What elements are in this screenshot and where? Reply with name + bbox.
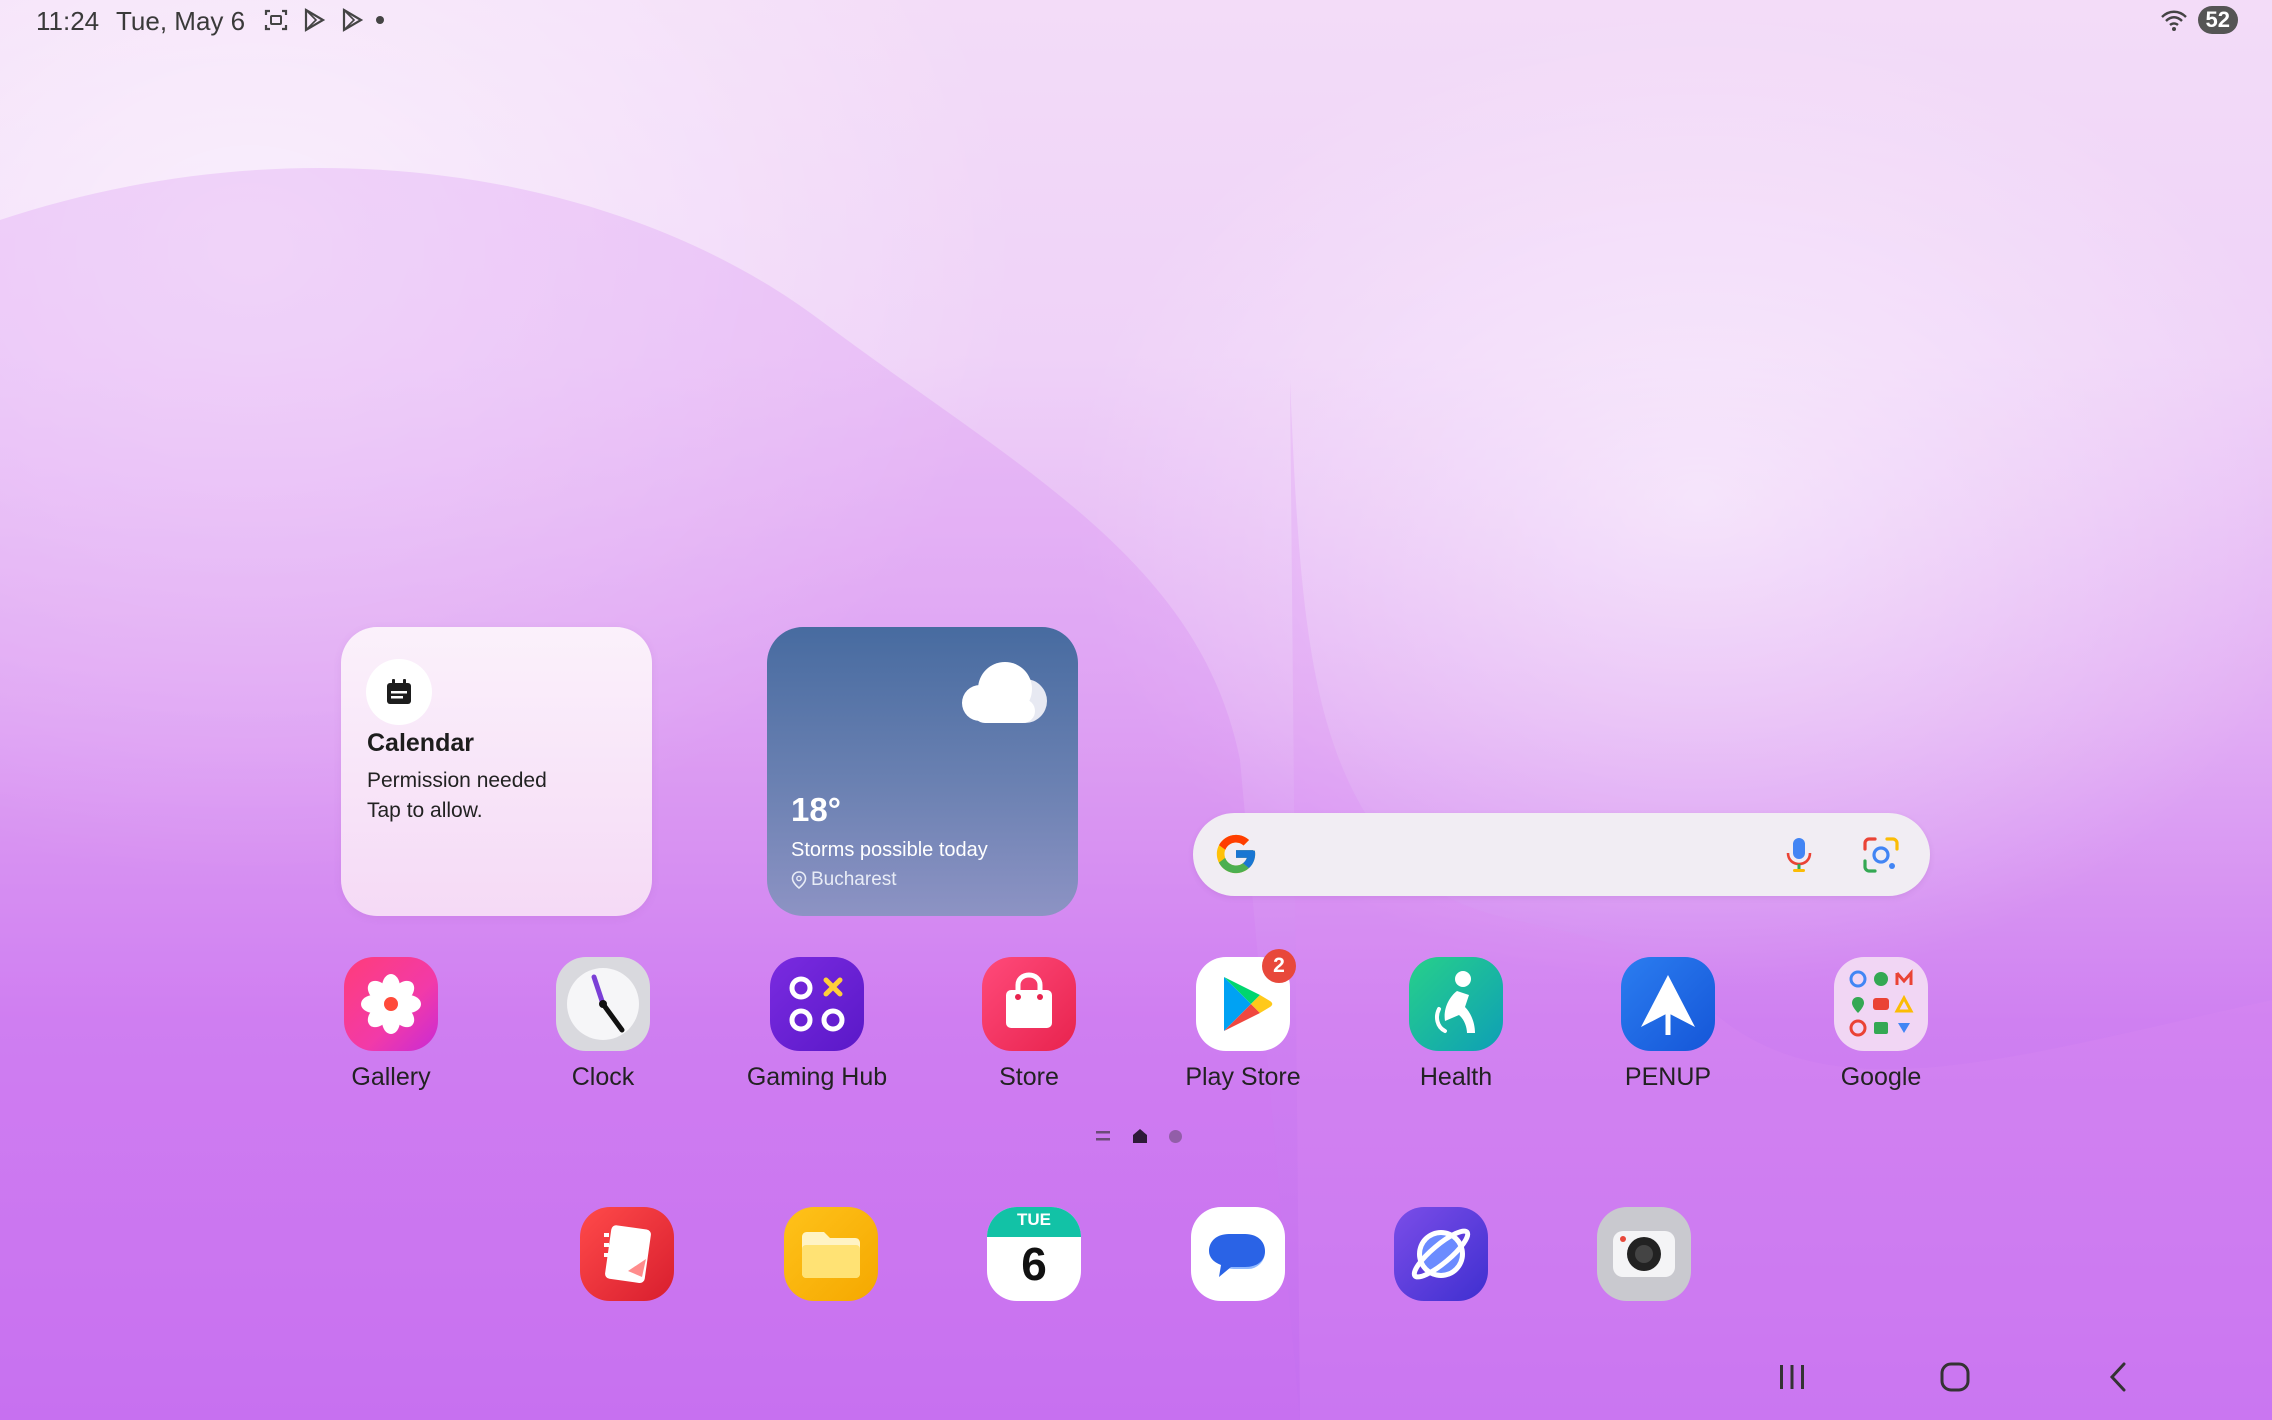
gallery-icon [344, 957, 438, 1051]
app-label: PENUP [1624, 1063, 1712, 1091]
my-files-icon[interactable] [784, 1207, 878, 1301]
calendar-icon[interactable]: TUE 6 [987, 1207, 1081, 1301]
page-dot [1169, 1129, 1182, 1143]
google-search-bar[interactable] [1193, 813, 1930, 896]
cloud-icon [962, 662, 1047, 723]
app-label: Health [1419, 1063, 1493, 1091]
app-play-store[interactable]: 2 Play Store [1163, 949, 1323, 1092]
status-time: 11:24 [36, 6, 100, 36]
google-lens-icon[interactable] [1859, 833, 1903, 877]
google-folder-icon [1834, 957, 1928, 1051]
app-store[interactable]: Store [949, 957, 1109, 1092]
home-page-icon [1133, 1129, 1147, 1143]
screenshot-icon [264, 9, 288, 31]
notification-badge: 2 [1262, 949, 1296, 983]
store-icon [982, 957, 1076, 1051]
app-google-folder[interactable]: Google [1801, 957, 1961, 1092]
recents-icon [1780, 1365, 1804, 1389]
page-list-icon [1096, 1131, 1110, 1141]
app-label: Google [1840, 1063, 1922, 1091]
microphone-icon[interactable] [1778, 833, 1820, 875]
app-label: Gallery [351, 1063, 431, 1091]
calendar-icon [387, 679, 411, 704]
navigation-bar [0, 1352, 2272, 1420]
wifi-icon [2160, 10, 2187, 31]
notes-icon[interactable] [580, 1207, 674, 1301]
weather-temperature: 18° [791, 791, 841, 828]
home-button[interactable] [1925, 1352, 1985, 1402]
app-health[interactable]: Health [1376, 957, 1536, 1092]
calendar-permission-text: Permission needed [367, 769, 547, 792]
calendar-widget-title: Calendar [367, 729, 474, 757]
battery-level: 52 [2197, 6, 2238, 34]
clock-icon [556, 957, 650, 1051]
location-pin-icon [791, 871, 807, 889]
app-gallery[interactable]: Gallery [311, 957, 471, 1092]
app-label: Store [999, 1063, 1059, 1091]
health-icon [1409, 957, 1503, 1051]
weather-location-label: Bucharest [811, 869, 897, 890]
search-input[interactable] [1283, 831, 1767, 879]
more-notifications-dot [376, 16, 384, 24]
app-clock[interactable]: Clock [523, 957, 683, 1092]
camera-icon[interactable] [1597, 1207, 1691, 1301]
internet-icon[interactable] [1394, 1207, 1488, 1301]
weather-widget[interactable]: 18° Storms possible today Bucharest [767, 627, 1078, 916]
calendar-widget-icon-wrap [366, 659, 432, 725]
calendar-widget[interactable]: Calendar Permission needed Tap to allow. [341, 627, 652, 916]
gaming-hub-icon [770, 957, 864, 1051]
penup-icon [1621, 957, 1715, 1051]
play-store-icon: 2 [1196, 949, 1296, 1051]
back-button[interactable] [2088, 1352, 2148, 1402]
calendar-day: TUE [1017, 1210, 1051, 1229]
weather-location: Bucharest [791, 869, 897, 891]
google-logo-icon [1216, 834, 1256, 874]
recent-apps-button[interactable] [1762, 1352, 1822, 1402]
notification-icons [262, 6, 384, 34]
app-gaming-hub[interactable]: Gaming Hub [737, 957, 897, 1092]
app-penup[interactable]: PENUP [1588, 957, 1748, 1092]
back-icon [2109, 1362, 2126, 1392]
messages-icon[interactable] [1191, 1207, 1285, 1301]
play-icon [304, 8, 326, 32]
app-label: Clock [571, 1063, 635, 1091]
app-label: Play Store [1185, 1063, 1301, 1091]
weather-condition: Storms possible today [791, 839, 988, 861]
app-label: Gaming Hub [746, 1063, 888, 1091]
home-icon [1940, 1362, 1970, 1392]
page-indicator[interactable] [1095, 1127, 1182, 1145]
status-bar: 11:24 Tue, May 6 52 [0, 0, 2272, 42]
calendar-date: 6 [1021, 1238, 1047, 1290]
play-icon [342, 8, 364, 32]
calendar-tap-text: Tap to allow. [367, 799, 483, 822]
status-date: Tue, May 6 [116, 6, 246, 36]
